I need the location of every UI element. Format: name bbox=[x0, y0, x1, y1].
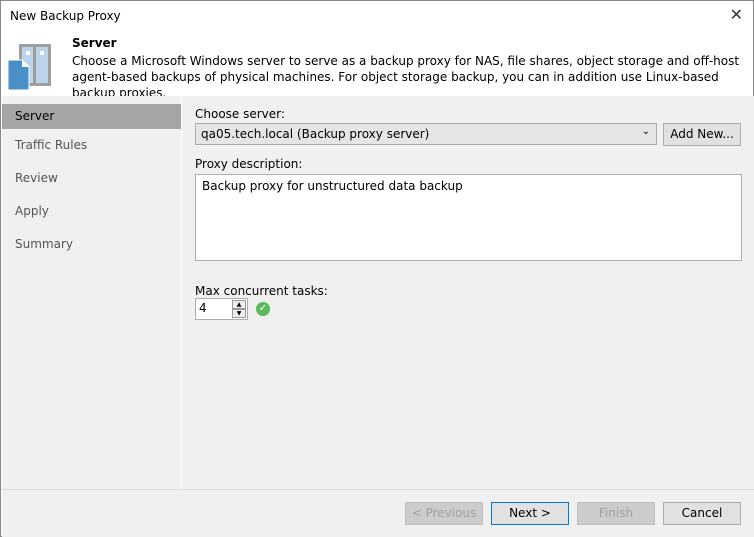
max-tasks-label: Max concurrent tasks: bbox=[195, 284, 328, 298]
proxy-description-input[interactable]: Backup proxy for unstructured data backu… bbox=[195, 174, 742, 261]
stepper-up-icon[interactable]: ▲ bbox=[232, 300, 246, 309]
dialog-window: New Backup Proxy ✕ Server Choose a Micro… bbox=[0, 0, 754, 537]
page-title: Server bbox=[72, 36, 117, 50]
choose-server-label: Choose server: bbox=[195, 107, 285, 121]
chevron-down-icon: ⌄ bbox=[641, 126, 650, 137]
add-new-button[interactable]: Add New... bbox=[663, 123, 741, 146]
previous-button[interactable]: < Previous bbox=[405, 502, 483, 525]
server-value: qa05.tech.local (Backup proxy server) bbox=[201, 127, 430, 141]
sidebar-item-traffic-rules[interactable]: Traffic Rules bbox=[2, 129, 181, 162]
finish-button[interactable]: Finish bbox=[577, 502, 655, 525]
cancel-button[interactable]: Cancel bbox=[663, 502, 741, 525]
sidebar-item-review[interactable]: Review bbox=[2, 162, 181, 195]
server-icon bbox=[7, 44, 51, 91]
wizard-steps: Server Traffic Rules Review Apply Summar… bbox=[2, 96, 181, 489]
window-title: New Backup Proxy bbox=[10, 9, 121, 23]
stepper-down-icon[interactable]: ▼ bbox=[232, 309, 246, 318]
check-icon: ✓ bbox=[256, 302, 270, 316]
page-description: Choose a Microsoft Windows server to ser… bbox=[72, 54, 740, 100]
close-icon[interactable]: ✕ bbox=[730, 5, 743, 24]
max-tasks-value: 4 bbox=[199, 301, 207, 315]
server-select[interactable]: qa05.tech.local (Backup proxy server) ⌄ bbox=[195, 123, 657, 145]
next-button[interactable]: Next > bbox=[491, 502, 569, 525]
sidebar-item-apply[interactable]: Apply bbox=[2, 195, 181, 228]
proxy-description-label: Proxy description: bbox=[195, 157, 303, 171]
footer: < Previous Next > Finish Cancel bbox=[2, 489, 754, 537]
max-tasks-stepper[interactable]: 4 ▲ ▼ bbox=[195, 298, 248, 320]
main-panel: Choose server: qa05.tech.local (Backup p… bbox=[182, 96, 754, 489]
sidebar-item-summary[interactable]: Summary bbox=[2, 228, 181, 261]
sidebar-item-server[interactable]: Server bbox=[2, 104, 181, 129]
